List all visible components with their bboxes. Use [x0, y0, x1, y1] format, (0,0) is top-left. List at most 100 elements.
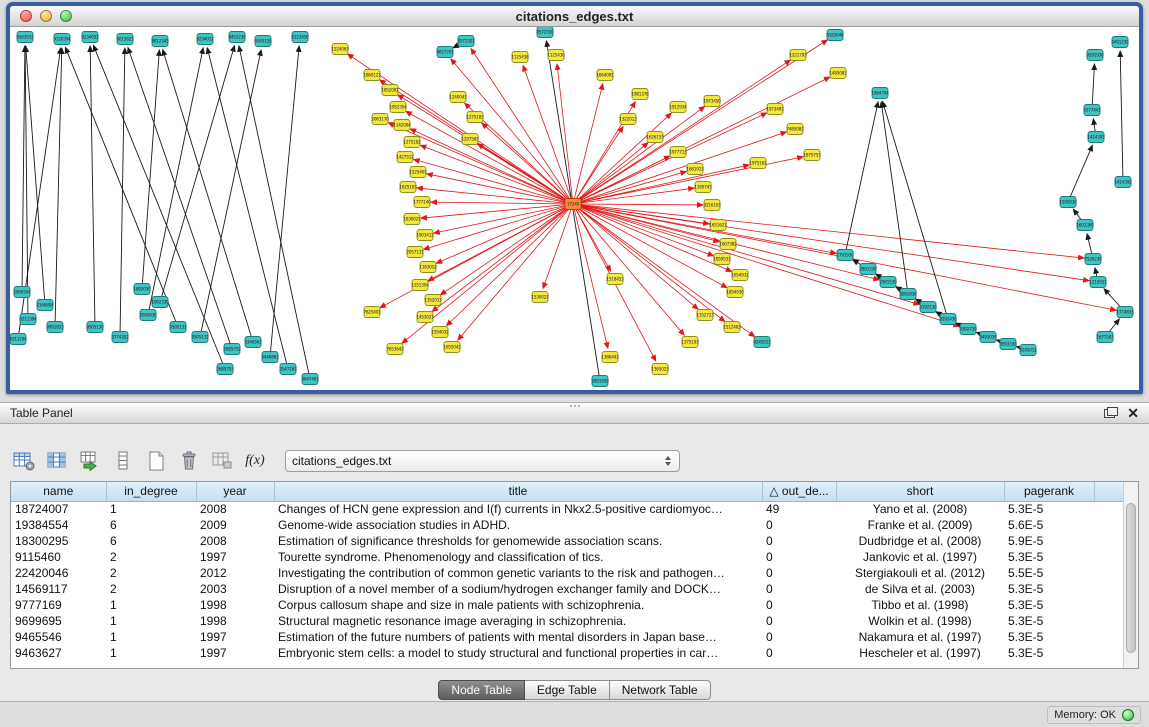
- graph-node[interactable]: 2791930: [836, 250, 854, 261]
- graph-node[interactable]: 8572301: [457, 36, 475, 47]
- table-row[interactable]: 1830029562008Estimation of significance …: [11, 533, 1138, 549]
- graph-node[interactable]: 1607382: [719, 239, 737, 250]
- graph-node[interactable]: 8311294: [10, 334, 27, 345]
- graph-node[interactable]: 1297583: [461, 134, 479, 145]
- graph-node[interactable]: 1240043: [449, 92, 467, 103]
- function-builder-icon[interactable]: f(x): [242, 449, 268, 473]
- graph-node[interactable]: 1681913: [686, 164, 704, 175]
- graph-node[interactable]: 1903412: [416, 230, 434, 241]
- graph-node[interactable]: 8563012: [16, 32, 34, 43]
- graph-node[interactable]: 7526230: [1084, 254, 1102, 265]
- graph-node[interactable]: 9491230: [1111, 37, 1129, 48]
- network-view-canvas[interactable]: 8563012912039482340519015623881234592340…: [10, 27, 1139, 387]
- graph-node[interactable]: 1224063: [331, 44, 349, 55]
- table-row[interactable]: 977716911998Corpus callosum shape and si…: [11, 597, 1138, 613]
- column-select-icon[interactable]: [44, 449, 70, 473]
- graph-node[interactable]: 3292430: [939, 314, 957, 325]
- graph-node[interactable]: 1125430: [547, 50, 565, 61]
- window-titlebar[interactable]: citations_edges.txt: [10, 6, 1139, 27]
- graph-node[interactable]: 1221793: [789, 50, 807, 61]
- graph-node[interactable]: 3647463: [301, 374, 319, 385]
- graph-node[interactable]: 7625401: [363, 307, 381, 318]
- graph-node[interactable]: 1875753: [803, 150, 821, 161]
- graph-node[interactable]: 8123450: [291, 32, 309, 43]
- graph-node[interactable]: 1414393: [1087, 132, 1105, 143]
- graph-node[interactable]: 3091830: [899, 289, 917, 300]
- graph-node[interactable]: 3593330: [999, 339, 1017, 350]
- table-row[interactable]: 1938455462009Genome-wide association stu…: [11, 517, 1138, 533]
- import-table-icon[interactable]: [77, 449, 103, 473]
- delete-table-icon[interactable]: [176, 449, 202, 473]
- graph-node[interactable]: 8572310: [536, 27, 554, 38]
- table-source-dropdown[interactable]: citations_edges.txt: [285, 450, 680, 472]
- graph-node[interactable]: 1602360: [1076, 220, 1094, 231]
- graph-node[interactable]: 1251304: [411, 280, 429, 291]
- column-header-in-degree[interactable]: in_degree: [106, 482, 196, 501]
- graph-node[interactable]: 1453021: [416, 312, 434, 323]
- graph-node[interactable]: 3192130: [919, 302, 937, 313]
- tab-node-table[interactable]: Node Table: [438, 680, 525, 700]
- table-panel-header[interactable]: Table Panel ✕: [0, 403, 1149, 424]
- graph-node[interactable]: 1152723: [696, 310, 714, 321]
- graph-node[interactable]: 1352013: [424, 295, 442, 306]
- tab-network-table[interactable]: Network Table: [610, 680, 711, 700]
- table-scrollbar-thumb[interactable]: [1126, 503, 1136, 653]
- graph-node[interactable]: 1992330: [151, 297, 169, 308]
- graph-node[interactable]: 1952304: [389, 102, 407, 113]
- graph-node[interactable]: 1210553: [1089, 277, 1107, 288]
- graph-node[interactable]: 1664091: [596, 70, 614, 81]
- graph-node[interactable]: 9991853: [46, 322, 64, 333]
- graph-node[interactable]: 2066504: [13, 287, 31, 298]
- graph-node[interactable]: 9345120: [254, 36, 272, 47]
- graph-node[interactable]: 1322013: [619, 114, 637, 125]
- tab-edge-table[interactable]: Edge Table: [525, 680, 610, 700]
- graph-node[interactable]: 3216103: [703, 200, 721, 211]
- graph-node[interactable]: 1414392: [1114, 177, 1132, 188]
- graph-node[interactable]: 1677583: [1096, 332, 1114, 343]
- close-panel-icon[interactable]: ✕: [1127, 406, 1139, 420]
- column-header-pagerank[interactable]: pagerank: [1004, 482, 1094, 501]
- graph-node[interactable]: 1512483: [723, 322, 741, 333]
- graph-node[interactable]: 2092630: [139, 310, 157, 321]
- graph-node[interactable]: 1655043: [443, 342, 461, 353]
- graph-node[interactable]: 1830021: [403, 214, 421, 225]
- table-settings-icon[interactable]: [11, 449, 37, 473]
- graph-node[interactable]: 3446863: [261, 352, 279, 363]
- graph-node[interactable]: 1427512: [396, 152, 414, 163]
- graph-node[interactable]: 1860123: [363, 70, 381, 81]
- graph-node[interactable]: 17240: [565, 199, 581, 210]
- column-header-year[interactable]: year: [196, 482, 274, 501]
- graph-node[interactable]: 1375193: [681, 337, 699, 348]
- graph-node[interactable]: 2685753: [216, 364, 234, 375]
- graph-node[interactable]: 3493030: [979, 332, 997, 343]
- float-panel-icon[interactable]: [1104, 409, 1115, 418]
- graph-node[interactable]: 1981378: [631, 89, 649, 100]
- graph-node[interactable]: 8277443: [1083, 105, 1101, 116]
- graph-node[interactable]: 1554032: [431, 327, 449, 338]
- graph-node[interactable]: 9015623: [116, 34, 134, 45]
- graph-node[interactable]: 3774352: [111, 332, 129, 343]
- graph-node[interactable]: 1485083: [829, 68, 847, 79]
- graph-node[interactable]: 1386443: [601, 352, 619, 363]
- table-row[interactable]: 946554611997Estimation of the future num…: [11, 629, 1138, 645]
- graph-node[interactable]: 8234051: [81, 32, 99, 43]
- graph-node[interactable]: 2166804: [36, 300, 54, 311]
- graph-node[interactable]: 3346563: [244, 337, 262, 348]
- graph-node[interactable]: 3392730: [959, 324, 977, 335]
- graph-node[interactable]: 9505132: [191, 332, 209, 343]
- graph-node[interactable]: 7653642: [386, 344, 404, 355]
- graph-node[interactable]: 1912934: [669, 102, 687, 113]
- table-row[interactable]: 911546021997Tourette syndrome. Phenomeno…: [11, 549, 1138, 565]
- graph-node[interactable]: 1984794: [871, 88, 889, 99]
- merge-table-icon[interactable]: [209, 449, 235, 473]
- graph-node[interactable]: 1854930: [726, 287, 744, 298]
- column-header-short[interactable]: short: [836, 482, 1004, 501]
- graph-node[interactable]: 1654932: [731, 270, 749, 281]
- panel-drag-handle[interactable]: [570, 405, 580, 407]
- graph-node[interactable]: 8183046: [826, 30, 844, 41]
- graph-node[interactable]: 8211394: [19, 314, 37, 325]
- graph-node[interactable]: 9505130: [86, 322, 104, 333]
- graph-node[interactable]: 9591930: [1086, 50, 1104, 61]
- table-row[interactable]: 2242004622012Investigating the contribut…: [11, 565, 1138, 581]
- graph-node[interactable]: 1595830: [1059, 197, 1077, 208]
